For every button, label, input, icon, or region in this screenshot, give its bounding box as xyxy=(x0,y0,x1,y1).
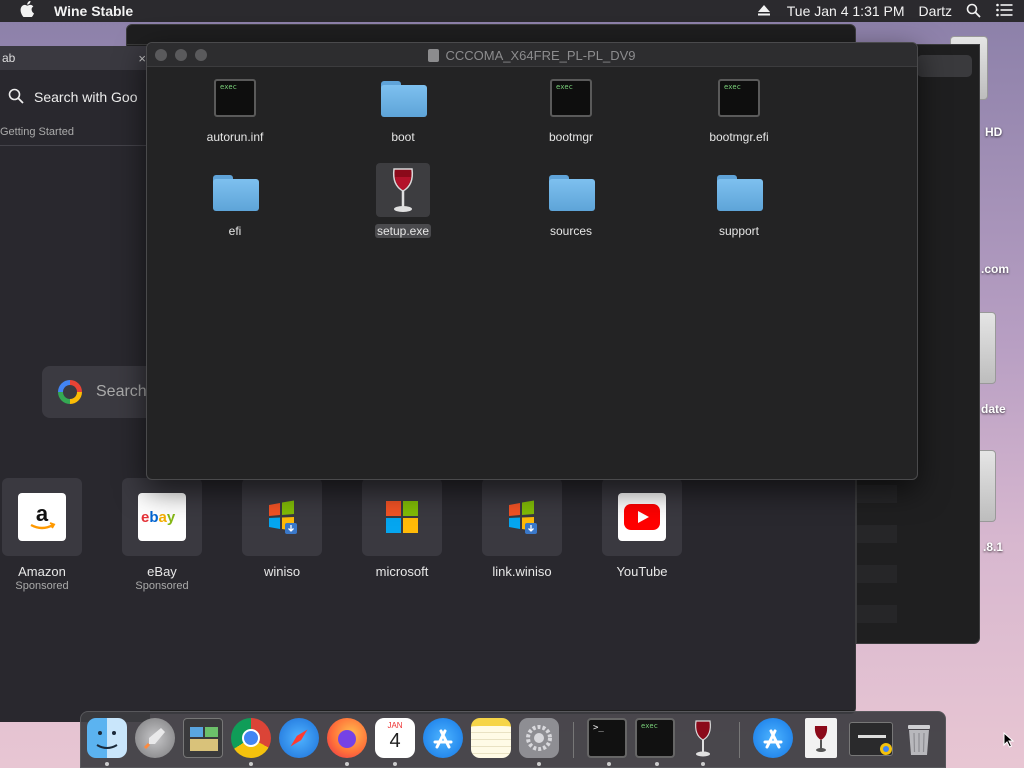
browser-window-icon[interactable] xyxy=(849,722,893,756)
exec-icon: exec xyxy=(718,79,760,117)
menu-bar: Wine Stable Tue Jan 4 1:31 PM Dartz xyxy=(0,0,1024,22)
folder-boot[interactable]: boot xyxy=(343,77,463,146)
svg-text:a: a xyxy=(36,501,49,526)
windows-installer-icon xyxy=(258,493,306,541)
microsoft-icon xyxy=(378,493,426,541)
trash-icon[interactable] xyxy=(899,718,939,758)
amazon-icon: a xyxy=(18,493,66,541)
wine-icon xyxy=(376,163,430,217)
windows-installer-icon xyxy=(498,493,546,541)
eject-icon[interactable] xyxy=(757,3,773,19)
youtube-icon xyxy=(618,493,666,541)
shortcut-link-winiso[interactable]: link.winiso xyxy=(482,478,562,579)
system-preferences-icon[interactable] xyxy=(519,718,559,758)
file-bootmgr[interactable]: exec bootmgr xyxy=(511,77,631,146)
browser-tab[interactable]: ab × xyxy=(0,46,150,70)
shortcut-winiso[interactable]: winiso xyxy=(242,478,322,579)
svg-text:ebay: ebay xyxy=(141,509,176,526)
google-search-placeholder: Search xyxy=(96,383,147,400)
active-app-name[interactable]: Wine Stable xyxy=(54,3,133,19)
wine-document-icon[interactable] xyxy=(805,718,837,758)
google-icon xyxy=(58,380,82,404)
folder-efi[interactable]: efi xyxy=(175,171,295,240)
folder-sources[interactable]: sources xyxy=(511,171,631,240)
google-search-box[interactable]: Search xyxy=(42,366,152,418)
app-store-icon[interactable] xyxy=(753,718,793,758)
folder-icon xyxy=(381,81,427,117)
calendar-icon[interactable]: JAN 4 xyxy=(375,718,415,758)
search-icon[interactable] xyxy=(966,3,982,19)
photo-browser-icon[interactable] xyxy=(183,718,223,758)
finder-titlebar[interactable]: CCCOMA_X64FRE_PL-PL_DV9 xyxy=(147,43,917,67)
desktop-label-hd: HD xyxy=(985,125,1003,139)
apple-icon[interactable] xyxy=(20,0,40,21)
clock[interactable]: Tue Jan 4 1:31 PM xyxy=(787,3,905,19)
firefox-icon[interactable] xyxy=(327,718,367,758)
finder-icon[interactable] xyxy=(87,718,127,758)
launchpad-icon[interactable] xyxy=(135,718,175,758)
search-icon xyxy=(8,88,24,107)
exec-icon: exec xyxy=(214,79,256,117)
desktop-label-com: .com xyxy=(981,262,1010,276)
app-store-icon[interactable] xyxy=(423,718,463,758)
tab-close-icon[interactable]: × xyxy=(138,51,146,66)
folder-icon xyxy=(213,175,259,211)
downloads-search-field[interactable] xyxy=(917,55,972,77)
shortcut-microsoft[interactable]: microsoft xyxy=(362,478,442,579)
safari-icon[interactable] xyxy=(279,718,319,758)
folder-support[interactable]: support xyxy=(679,171,799,240)
desktop-label-version: .8.1 xyxy=(983,540,1004,554)
exec-icon: exec xyxy=(550,79,592,117)
file-setup-exe[interactable]: setup.exe xyxy=(343,163,463,240)
shortcut-ebay[interactable]: ebay eBay Sponsored xyxy=(122,478,202,592)
folder-icon xyxy=(549,175,595,211)
disk-volume-icon xyxy=(428,49,440,62)
notes-icon[interactable] xyxy=(471,718,511,758)
mouse-cursor-icon xyxy=(1003,731,1015,751)
file-autorun-inf[interactable]: exec autorun.inf xyxy=(175,77,295,146)
shortcut-youtube[interactable]: YouTube xyxy=(602,478,682,579)
folder-icon xyxy=(717,175,763,211)
chrome-icon[interactable] xyxy=(231,718,271,758)
desktop-label-date: date xyxy=(981,402,1006,416)
omnibox-placeholder: Search with Goo xyxy=(34,89,138,105)
dock: JAN 4 >_ exec xyxy=(80,711,946,768)
finder-title: CCCOMA_X64FRE_PL-PL_DV9 xyxy=(147,48,917,63)
user-name[interactable]: Dartz xyxy=(919,3,952,19)
tab-title: ab xyxy=(2,51,16,65)
menu-list-icon[interactable] xyxy=(996,3,1013,19)
file-bootmgr-efi[interactable]: exec bootmgr.efi xyxy=(679,77,799,146)
shortcut-amazon[interactable]: a Amazon Sponsored xyxy=(2,478,82,592)
ebay-icon: ebay xyxy=(138,493,186,541)
bookmark-getting-started[interactable]: Getting Started xyxy=(0,126,74,138)
wine-icon[interactable] xyxy=(683,718,723,758)
exec-icon[interactable]: exec xyxy=(635,718,675,758)
terminal-icon[interactable]: >_ xyxy=(587,718,627,758)
omnibox[interactable]: Search with Goo xyxy=(8,82,158,112)
finder-window[interactable]: CCCOMA_X64FRE_PL-PL_DV9 exec autorun.inf… xyxy=(146,42,918,480)
